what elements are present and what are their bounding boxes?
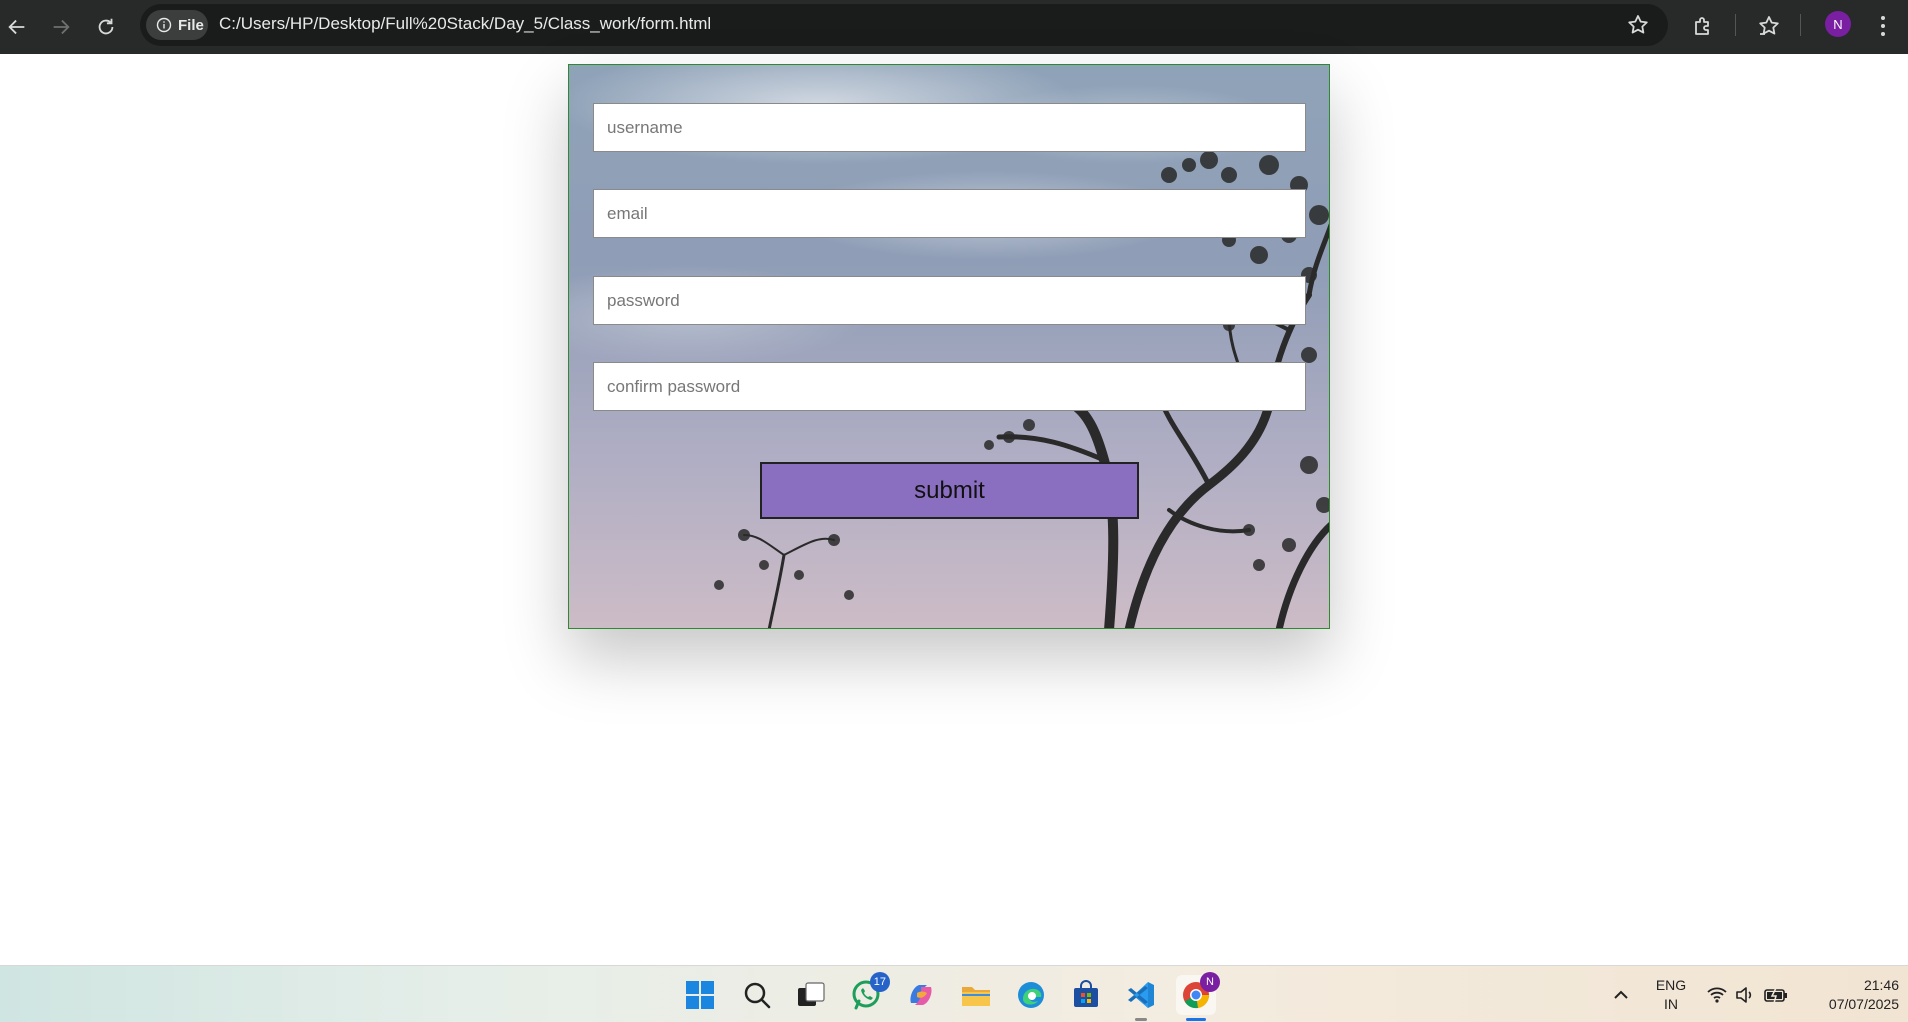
vscode-icon xyxy=(1128,982,1154,1008)
edge-icon xyxy=(1018,982,1044,1008)
search-icon xyxy=(744,982,771,1009)
task-view-icon xyxy=(798,982,825,1006)
password-input[interactable] xyxy=(593,276,1306,325)
copilot-icon xyxy=(910,985,932,1005)
clock[interactable]: 21:46 07/07/2025 xyxy=(1803,976,1899,1014)
puzzle-icon xyxy=(1695,17,1709,35)
region-code: IN xyxy=(1664,996,1678,1012)
windows-logo-icon xyxy=(686,981,714,1009)
site-info-chip[interactable]: File xyxy=(146,10,208,40)
username-input[interactable] xyxy=(593,103,1306,152)
confirm-password-input[interactable] xyxy=(593,362,1306,411)
wifi-status[interactable] xyxy=(1702,975,1732,1015)
file-explorer-app[interactable] xyxy=(956,975,996,1015)
menu-button[interactable] xyxy=(1868,11,1898,41)
whatsapp-app[interactable]: 17 xyxy=(846,972,890,1015)
url-text[interactable]: C:/Users/HP/Desktop/Full%20Stack/Day_5/C… xyxy=(219,14,711,34)
toolbar-divider xyxy=(1800,14,1801,36)
browser-toolbar: File C:/Users/HP/Desktop/Full%20Stack/Da… xyxy=(0,0,1908,54)
email-input[interactable] xyxy=(593,189,1306,238)
reload-icon xyxy=(98,18,114,35)
copilot-app[interactable] xyxy=(901,975,941,1015)
wifi-icon xyxy=(1707,987,1727,1003)
notification-badge: 17 xyxy=(869,972,890,992)
reload-button[interactable] xyxy=(89,10,123,44)
language-code: ENG xyxy=(1655,977,1687,993)
start-button[interactable] xyxy=(680,975,720,1015)
arrow-right-icon xyxy=(53,19,70,35)
bookmark-star-icon[interactable] xyxy=(1626,13,1650,37)
profile-avatar[interactable]: N xyxy=(1825,11,1851,37)
back-button[interactable] xyxy=(0,10,34,44)
task-view-button[interactable] xyxy=(791,975,831,1015)
chevron-up-icon xyxy=(1614,990,1628,999)
favorites-button[interactable] xyxy=(1754,11,1784,41)
folder-icon xyxy=(962,987,990,1006)
store-app[interactable] xyxy=(1066,975,1106,1015)
clock-date: 07/07/2025 xyxy=(1828,996,1899,1012)
chrome-app[interactable]: N xyxy=(1176,972,1220,1021)
profile-badge: N xyxy=(1200,972,1220,992)
address-bar[interactable]: File C:/Users/HP/Desktop/Full%20Stack/Da… xyxy=(140,4,1668,46)
forward-button[interactable] xyxy=(44,10,78,44)
windows-taskbar: 17 N ENG IN 21:46 07/07/2025 xyxy=(0,965,1908,1022)
show-hidden-icons-button[interactable] xyxy=(1601,975,1641,1015)
scheme-label: File xyxy=(178,16,204,34)
info-icon xyxy=(156,17,172,33)
battery-charging-icon xyxy=(1764,987,1787,1004)
search-button[interactable] xyxy=(737,975,777,1015)
volume-status[interactable] xyxy=(1730,975,1760,1015)
language-indicator[interactable]: ENG IN xyxy=(1648,976,1694,1014)
speaker-icon xyxy=(1736,987,1752,1003)
running-indicator xyxy=(1135,1018,1147,1021)
arrow-left-icon xyxy=(8,19,25,35)
toolbar-divider xyxy=(1735,14,1736,36)
battery-status[interactable] xyxy=(1759,975,1793,1015)
star-list-icon xyxy=(1759,16,1779,35)
kebab-menu-icon xyxy=(1881,16,1885,36)
signup-form-card: submit xyxy=(568,64,1330,629)
extensions-button[interactable] xyxy=(1688,11,1718,41)
vscode-app[interactable] xyxy=(1121,975,1161,1021)
store-icon xyxy=(1074,980,1098,1007)
clock-time: 21:46 xyxy=(1863,977,1899,993)
active-indicator xyxy=(1186,1018,1206,1021)
submit-button[interactable]: submit xyxy=(760,462,1139,519)
edge-app[interactable] xyxy=(1011,975,1051,1015)
